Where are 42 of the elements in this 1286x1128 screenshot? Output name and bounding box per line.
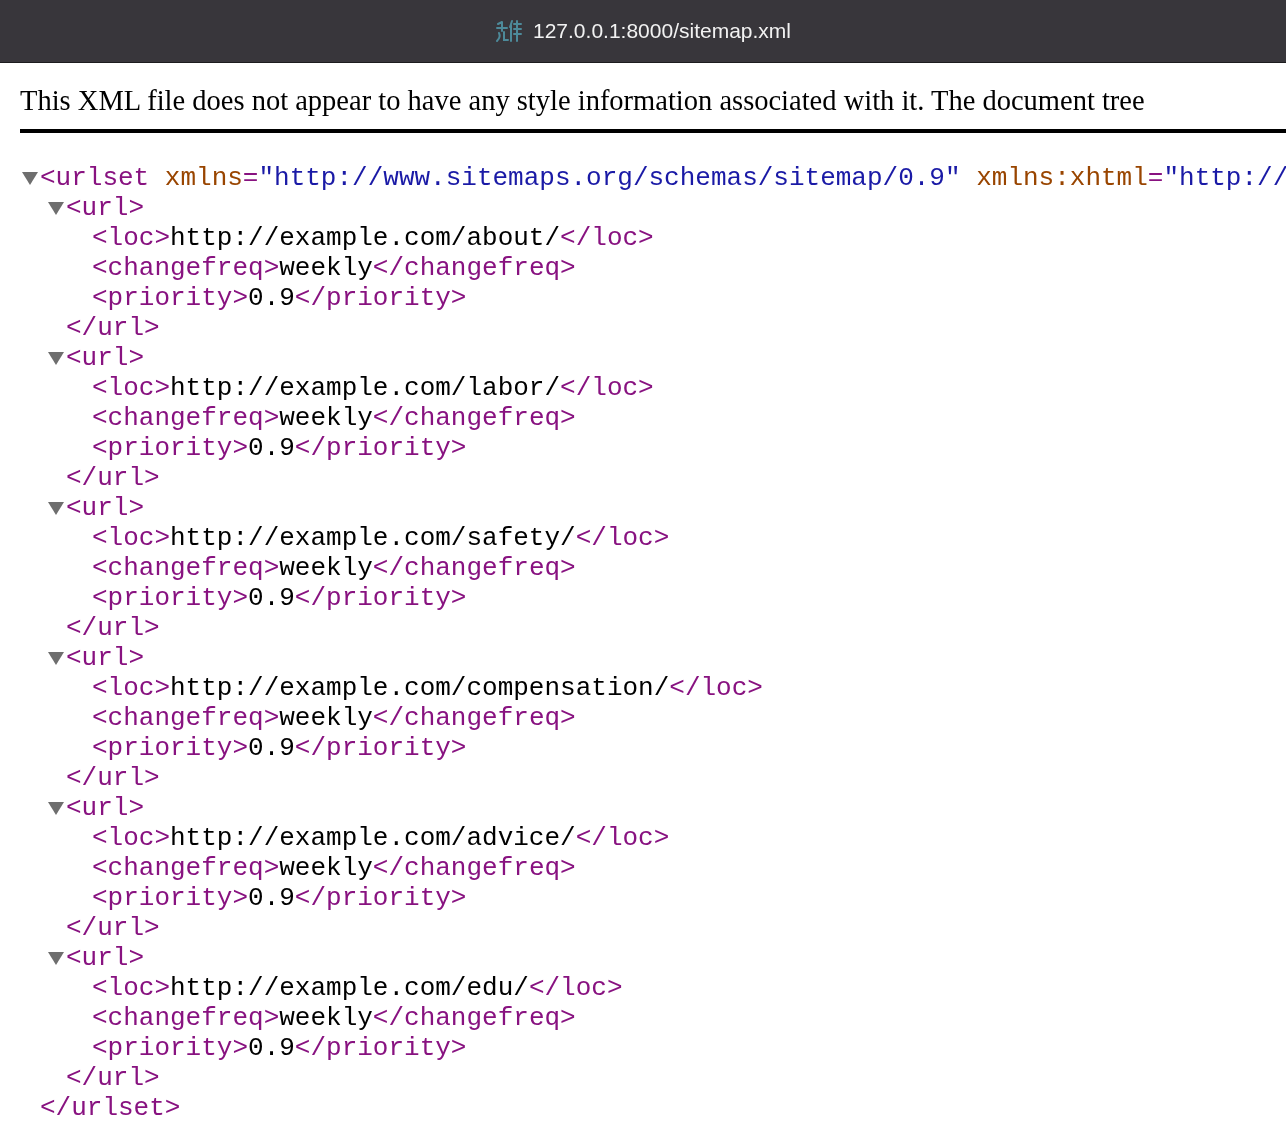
xml-element-line: <loc>http://example.com/compensation/</loc> xyxy=(92,673,763,703)
expand-toggle[interactable] xyxy=(48,501,64,515)
xml-tag-line: </url> xyxy=(66,613,160,643)
expand-toggle[interactable] xyxy=(48,801,64,815)
xml-element-line: <loc>http://example.com/edu/</loc> xyxy=(92,973,623,1003)
xml-element-line: <priority>0.9</priority> xyxy=(92,283,467,313)
window-title: 127.0.0.1:8000/sitemap.xml xyxy=(533,19,791,43)
xml-tag-line: </url> xyxy=(66,1063,160,1093)
xml-tag-line: <url> xyxy=(66,343,144,373)
xml-element-line: <priority>0.9</priority> xyxy=(92,583,467,613)
xml-element-line: <loc>http://example.com/labor/</loc> xyxy=(92,373,654,403)
xml-element-line: <priority>0.9</priority> xyxy=(92,883,467,913)
xml-tag-line: </urlset> xyxy=(40,1093,181,1123)
xml-element-line: <priority>0.9</priority> xyxy=(92,733,467,763)
favicon-icon xyxy=(495,19,523,43)
xml-element-line: <changefreq>weekly</changefreq> xyxy=(92,1003,576,1033)
xml-tag-line: </url> xyxy=(66,313,160,343)
expand-toggle[interactable] xyxy=(48,951,64,965)
xml-element-line: <loc>http://example.com/safety/</loc> xyxy=(92,523,670,553)
expand-toggle[interactable] xyxy=(48,351,64,365)
xml-tag-line: </url> xyxy=(66,763,160,793)
xml-element-line: <changefreq>weekly</changefreq> xyxy=(92,853,576,883)
expand-toggle[interactable] xyxy=(22,171,38,185)
expand-toggle[interactable] xyxy=(48,201,64,215)
xml-element-line: <changefreq>weekly</changefreq> xyxy=(92,703,576,733)
xml-element-line: <changefreq>weekly</changefreq> xyxy=(92,253,576,283)
xml-tag-line: <url> xyxy=(66,193,144,223)
expand-toggle[interactable] xyxy=(48,651,64,665)
xml-tag-line: <urlset xmlns="http://www.sitemaps.org/schemas/sitemap/0.9" xmlns:xhtml="http:// xyxy=(40,163,1286,193)
xml-tag-line: <url> xyxy=(66,643,144,673)
xml-element-line: <priority>0.9</priority> xyxy=(92,433,467,463)
xml-element-line: <changefreq>weekly</changefreq> xyxy=(92,403,576,433)
xml-tag-line: <url> xyxy=(66,793,144,823)
xml-element-line: <loc>http://example.com/about/</loc> xyxy=(92,223,654,253)
xml-tag-line: </url> xyxy=(66,463,160,493)
xml-tag-line: <url> xyxy=(66,493,144,523)
notice-text: This XML file does not appear to have any style information associated with it. The document tree xyxy=(20,83,1286,133)
xml-element-line: <changefreq>weekly</changefreq> xyxy=(92,553,576,583)
xml-element-line: <loc>http://example.com/advice/</loc> xyxy=(92,823,670,853)
xml-tag-line: </url> xyxy=(66,913,160,943)
xml-element-line: <priority>0.9</priority> xyxy=(92,1033,467,1063)
xml-tag-line: <url> xyxy=(66,943,144,973)
